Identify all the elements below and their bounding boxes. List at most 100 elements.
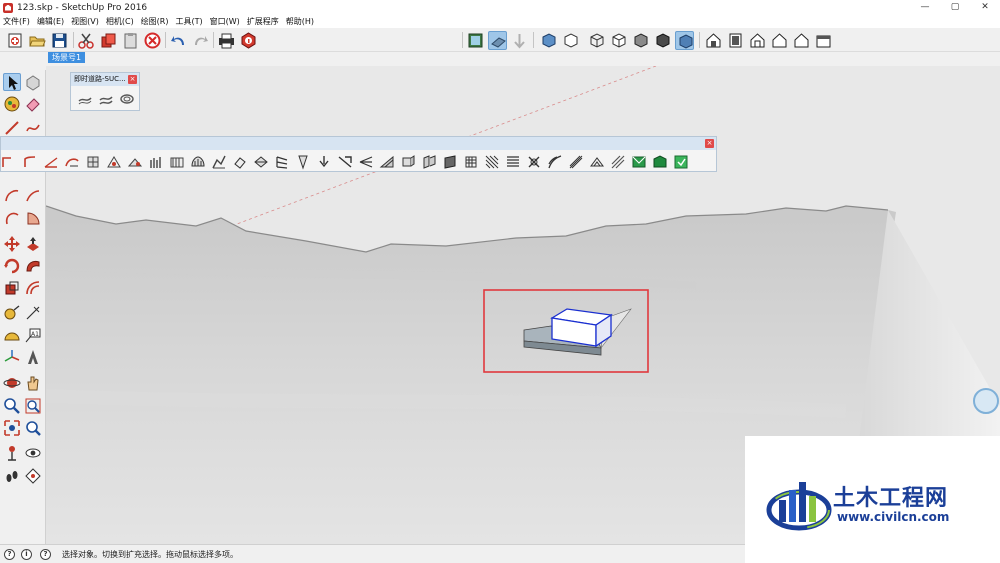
ext-tool-icon[interactable] [337,154,353,170]
tape-measure-icon[interactable] [3,304,21,322]
pie-tool-icon[interactable] [24,209,42,227]
previous-view-icon[interactable] [24,419,42,437]
ext-tool-icon[interactable] [148,154,164,170]
cut-icon[interactable] [77,31,96,50]
dimension-tool-icon[interactable] [24,304,42,322]
paste-icon[interactable] [121,31,140,50]
road-tool-2-icon[interactable] [98,91,114,107]
select-tool-icon[interactable] [3,73,21,91]
zoom-tool-icon[interactable] [3,397,21,415]
menu-extensions[interactable]: 扩展程序 [247,16,279,27]
position-camera-icon[interactable] [3,444,21,462]
menu-tools[interactable]: 工具(T) [176,16,203,27]
add-location-icon[interactable] [488,31,507,50]
zoom-window-icon[interactable] [24,397,42,415]
ext-tool-icon[interactable] [106,154,122,170]
credits-icon[interactable]: i [21,549,32,560]
menu-camera[interactable]: 相机(C) [106,16,134,27]
close-button[interactable]: ✕ [970,0,1000,15]
menu-draw[interactable]: 绘图(R) [141,16,169,27]
model-info-icon[interactable] [239,31,258,50]
pan-tool-icon[interactable] [24,374,42,392]
ext-tool-icon[interactable] [421,154,437,170]
ext-tool-icon[interactable] [568,154,584,170]
ext-tool-icon[interactable] [274,154,290,170]
menu-view[interactable]: 视图(V) [71,16,99,27]
extension-toolbar-close-icon[interactable]: × [705,139,714,148]
scale-tool-icon[interactable] [3,279,21,297]
eraser-icon[interactable] [24,95,42,113]
menu-help[interactable]: 帮助(H) [286,16,314,27]
move-tool-icon[interactable] [3,235,21,253]
scene-tab[interactable]: 场景号1 [48,52,86,63]
ext-tool-icon[interactable] [22,154,38,170]
copy-icon[interactable] [99,31,118,50]
minimize-button[interactable]: — [910,0,940,15]
walk-tool-icon[interactable] [3,467,21,485]
photo-texture-icon[interactable] [466,31,485,50]
assistant-bubble-icon[interactable] [973,388,999,414]
roads-toolbar-titlebar[interactable]: 即时道路-SUC... × [71,73,139,86]
offset-tool-icon[interactable] [24,279,42,297]
iso-view-icon[interactable] [704,31,723,50]
shaded-icon[interactable] [631,31,650,50]
ext-tool-icon[interactable] [127,154,143,170]
ext-tool-icon[interactable] [673,154,689,170]
open-folder-icon[interactable] [28,31,47,50]
ext-tool-icon[interactable] [442,154,458,170]
ext-tool-icon[interactable] [358,154,374,170]
ext-tool-icon[interactable] [253,154,269,170]
ext-tool-icon[interactable] [589,154,605,170]
rotate-tool-icon[interactable] [3,257,21,275]
make-component-icon[interactable] [24,73,42,91]
three-point-arc-icon[interactable] [3,209,21,227]
road-tool-3-icon[interactable] [119,91,135,107]
text-tool-icon[interactable]: A1 [24,326,42,344]
ext-tool-icon[interactable] [547,154,563,170]
ext-tool-icon[interactable] [652,154,668,170]
menu-window[interactable]: 窗口(W) [210,16,240,27]
follow-me-icon[interactable] [24,257,42,275]
ext-tool-icon[interactable] [610,154,626,170]
redo-icon[interactable] [191,31,210,50]
roads-floating-toolbar[interactable]: 即时道路-SUC... × [70,72,140,111]
line-tool-icon[interactable] [3,119,21,137]
erase-icon[interactable] [143,31,162,50]
3d-text-icon[interactable] [24,348,42,366]
menu-edit[interactable]: 编辑(E) [37,16,64,27]
monochrome-icon[interactable] [675,31,694,50]
extension-floating-toolbar[interactable]: × [0,136,717,172]
axes-tool-icon[interactable] [3,348,21,366]
hidden-line-icon[interactable] [609,31,628,50]
orbit-tool-icon[interactable] [3,374,21,392]
top-view-icon[interactable] [726,31,745,50]
back-view-icon[interactable] [792,31,811,50]
instructor-icon[interactable]: ? [40,549,51,560]
ext-tool-icon[interactable] [190,154,206,170]
zoom-extents-icon[interactable] [3,419,21,437]
ext-tool-icon[interactable] [484,154,500,170]
road-tool-1-icon[interactable] [77,91,93,107]
freehand-tool-icon[interactable] [24,119,42,137]
ext-tool-icon[interactable] [211,154,227,170]
toggle-terrain-icon[interactable] [510,31,529,50]
ext-tool-icon[interactable] [295,154,311,170]
arc-tool-icon[interactable] [3,187,21,205]
menu-file[interactable]: 文件(F) [3,16,30,27]
shaded-with-textures-icon[interactable] [653,31,672,50]
wireframe-icon[interactable] [587,31,606,50]
ext-tool-icon[interactable] [64,154,80,170]
save-icon[interactable] [50,31,69,50]
ext-tool-icon[interactable] [400,154,416,170]
ext-tool-icon[interactable] [463,154,479,170]
ext-tool-icon[interactable] [1,154,17,170]
ext-tool-icon[interactable] [316,154,332,170]
xray-style-icon[interactable] [539,31,558,50]
ext-tool-icon[interactable] [526,154,542,170]
protractor-icon[interactable] [3,326,21,344]
new-file-icon[interactable] [6,31,25,50]
ext-tool-icon[interactable] [169,154,185,170]
front-view-icon[interactable] [748,31,767,50]
maximize-button[interactable]: ▢ [940,0,970,15]
ext-tool-icon[interactable] [631,154,647,170]
